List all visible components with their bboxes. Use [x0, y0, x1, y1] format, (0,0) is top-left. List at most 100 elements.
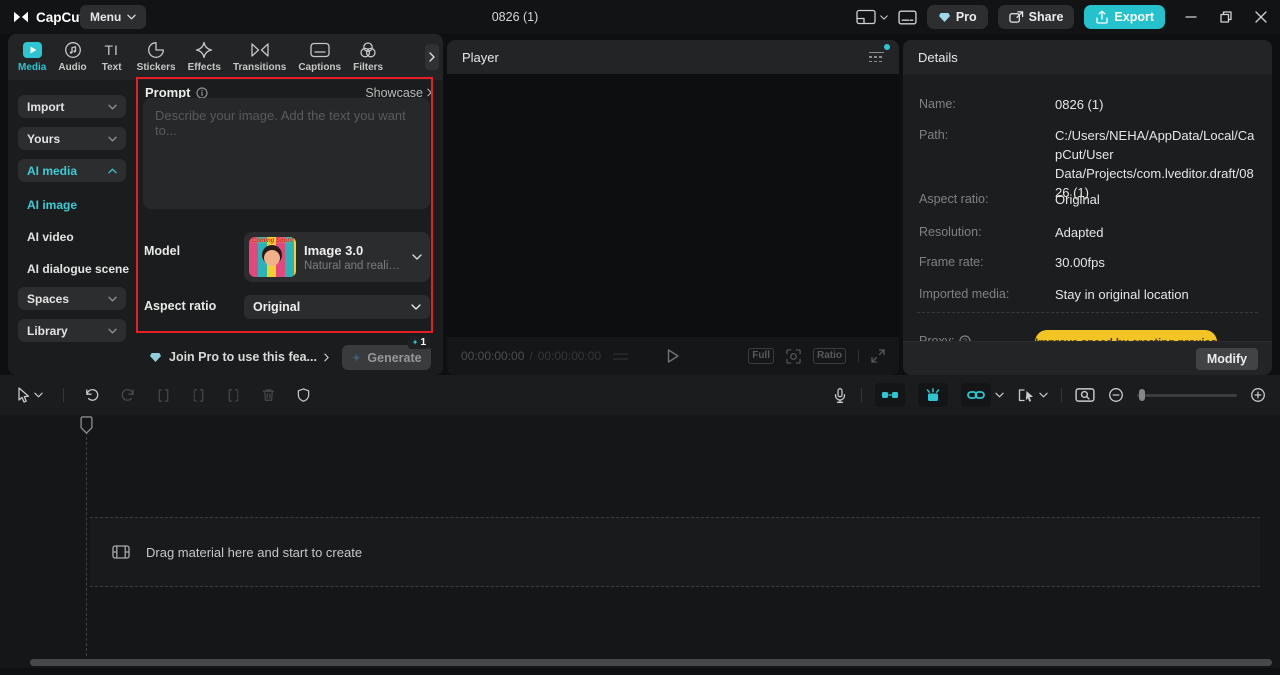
chevron-down-icon	[108, 296, 117, 301]
split-button[interactable]	[156, 388, 171, 403]
maximize-button[interactable]	[1217, 8, 1235, 26]
clip-highlight-icon	[926, 387, 940, 401]
ratio-button[interactable]: Ratio	[813, 348, 846, 364]
details-title: Details	[918, 49, 958, 65]
slider-handle[interactable]	[1139, 389, 1145, 401]
full-button[interactable]: Full	[748, 348, 774, 364]
prompt-input[interactable]	[143, 98, 430, 209]
layout-icon	[856, 9, 876, 25]
window-bottom-edge	[0, 668, 1280, 675]
export-button[interactable]: Export	[1084, 5, 1165, 29]
delete-right-button[interactable]	[226, 388, 241, 403]
chevron-right-icon	[427, 88, 432, 97]
close-icon	[1255, 11, 1267, 23]
sidebar-item-yours[interactable]: Yours	[18, 127, 126, 150]
credit-badge: ✦ 1	[407, 336, 430, 349]
close-button[interactable]	[1252, 8, 1270, 26]
info-icon	[195, 86, 208, 99]
media-icon	[22, 41, 42, 59]
sidebar-item-import[interactable]: Import	[18, 95, 126, 118]
sidebar-item-ai-image[interactable]: AI image	[27, 193, 77, 216]
chevron-right-icon	[324, 353, 329, 361]
model-dropdown[interactable]: Coming Soon! Image 3.0 Natural and reali…	[244, 232, 430, 282]
tab-effects[interactable]: Effects	[182, 41, 227, 73]
tab-captions[interactable]: Captions	[292, 41, 347, 73]
zoom-in-button[interactable]	[1250, 387, 1266, 403]
chevron-down-icon	[880, 14, 888, 20]
trim-left-icon	[193, 388, 204, 402]
play-button[interactable]	[667, 349, 679, 363]
model-description: Natural and realistic...	[304, 259, 404, 272]
main-track-magnet-toggle[interactable]	[875, 383, 905, 407]
tab-text[interactable]: TI Text	[93, 41, 131, 73]
sidebar-item-library[interactable]: Library	[18, 319, 126, 342]
redo-button[interactable]	[120, 387, 136, 403]
microphone-icon	[834, 387, 846, 403]
preview-frame-button[interactable]	[1075, 387, 1095, 403]
join-pro-link[interactable]: Join Pro to use this fea...	[149, 343, 329, 371]
tab-media[interactable]: Media	[12, 41, 52, 73]
sidebar-item-ai-video[interactable]: AI video	[27, 225, 74, 248]
timeline-drop-zone[interactable]: Drag material here and start to create	[90, 517, 1260, 587]
subtitle-panel-icon	[898, 9, 917, 25]
chevron-down-icon	[108, 328, 117, 333]
share-button[interactable]: Share	[997, 5, 1075, 29]
layout-switch-button[interactable]	[856, 9, 888, 25]
chevron-up-icon	[108, 168, 117, 173]
chevron-down-icon	[1039, 392, 1048, 398]
linkage-toggle[interactable]	[961, 383, 1004, 407]
duration-list-icon	[613, 352, 629, 360]
player-title: Player	[462, 49, 499, 65]
tab-transitions[interactable]: Transitions	[227, 41, 292, 73]
trim-right-icon	[228, 388, 239, 402]
trash-icon	[262, 389, 275, 401]
share-icon	[1008, 11, 1023, 23]
title-bar: CapCut Menu 0826 (1) Pro Share Export	[0, 0, 1280, 34]
zoom-out-icon	[1109, 388, 1123, 402]
sidebar-item-ai-media[interactable]: AI media	[18, 159, 126, 182]
mask-button[interactable]	[296, 387, 311, 403]
fullscreen-button[interactable]	[871, 349, 885, 363]
tab-audio[interactable]: Audio	[52, 41, 92, 73]
zoom-out-button[interactable]	[1108, 387, 1124, 403]
detail-row-imported-media: Imported media: Stay in original locatio…	[919, 287, 1189, 302]
delete-left-button[interactable]	[191, 388, 206, 403]
sidebar-item-ai-dialogue-scene[interactable]: AI dialogue scene	[27, 257, 129, 280]
preview-axis-button[interactable]	[1017, 388, 1048, 403]
undo-button[interactable]	[84, 387, 100, 403]
detail-row-aspect-ratio: Aspect ratio: Original	[919, 192, 1100, 207]
caption-layout-button[interactable]	[898, 9, 917, 25]
sparkle-icon: ✦	[351, 350, 362, 365]
playhead-marker[interactable]	[80, 416, 93, 434]
export-icon	[1096, 10, 1109, 24]
cursor-box-icon	[1018, 388, 1033, 402]
model-thumb-figure	[264, 250, 280, 266]
tab-stickers[interactable]: Stickers	[131, 41, 182, 73]
project-title: 0826 (1)	[491, 10, 539, 24]
chevron-down-icon	[412, 254, 422, 260]
undo-icon	[86, 388, 99, 401]
aspect-ratio-dropdown[interactable]: Original	[244, 295, 430, 319]
play-icon	[667, 349, 679, 363]
sidebar-item-spaces[interactable]: Spaces	[18, 287, 126, 310]
tabbar-expand-button[interactable]	[425, 44, 439, 70]
details-panel: Details Name: 0826 (1) Path: C:/Users/NE…	[903, 40, 1272, 375]
pro-diamond-icon	[150, 352, 161, 362]
pro-button[interactable]: Pro	[926, 5, 988, 29]
modify-button[interactable]: Modify	[1196, 347, 1258, 370]
menu-button[interactable]: Menu	[80, 5, 147, 29]
minimize-button[interactable]	[1182, 8, 1200, 26]
player-menu-button[interactable]	[869, 51, 884, 63]
horizontal-scrollbar[interactable]	[30, 659, 1272, 666]
media-tabbar: Media Audio TI Text Stickers Effects Tra…	[8, 34, 443, 80]
tab-filters[interactable]: Filters	[347, 41, 389, 73]
filters-icon	[359, 41, 377, 59]
auto-preview-toggle[interactable]	[918, 383, 948, 407]
fit-button[interactable]	[786, 348, 801, 364]
details-header: Details	[903, 40, 1272, 74]
pro-diamond-icon	[938, 12, 950, 22]
select-tool-button[interactable]	[16, 387, 43, 403]
record-voiceover-button[interactable]	[832, 387, 848, 404]
delete-button[interactable]	[261, 387, 276, 403]
timeline-zoom-slider[interactable]	[1137, 388, 1237, 402]
